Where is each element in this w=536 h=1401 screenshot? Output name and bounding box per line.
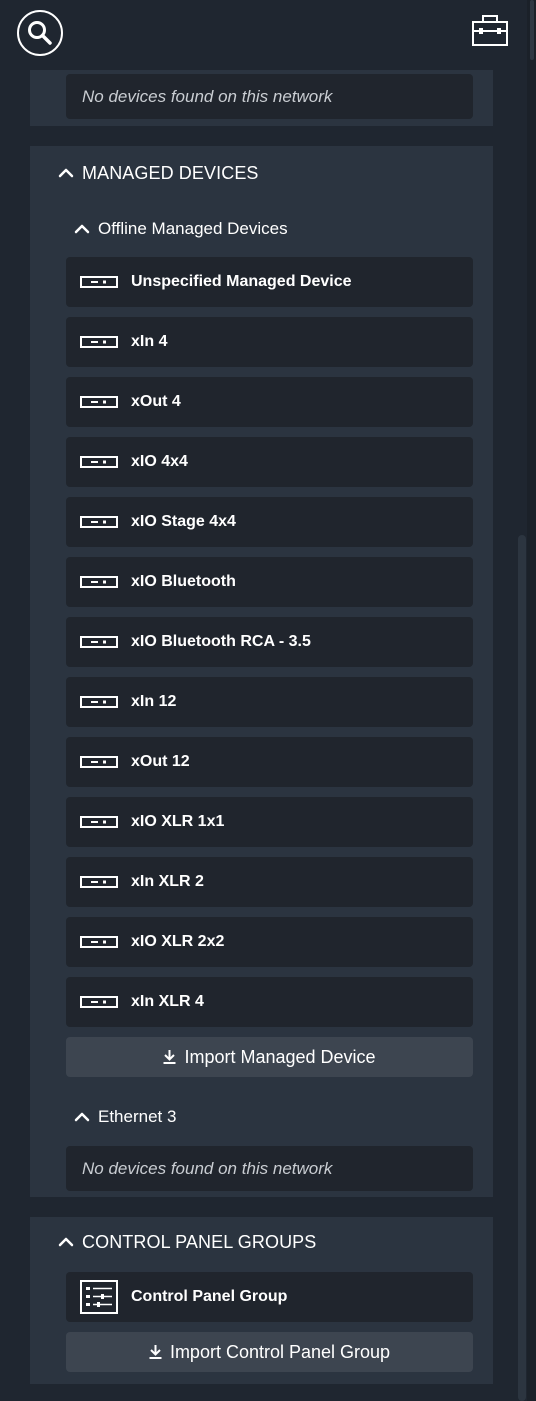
control-panel-groups-header[interactable]: CONTROL PANEL GROUPS <box>58 1231 316 1253</box>
managed-devices-section: MANAGED DEVICES Offline Managed Devices … <box>30 146 493 1197</box>
device-icon <box>80 636 118 648</box>
device-label: xIO Bluetooth <box>131 573 236 590</box>
import-control-panel-group-label: Import Control Panel Group <box>169 1341 391 1362</box>
managed-devices-header[interactable]: MANAGED DEVICES <box>58 162 259 184</box>
device-icon <box>80 756 118 768</box>
managed-devices-title: MANAGED DEVICES <box>82 162 259 183</box>
device-icon <box>80 576 118 588</box>
toolbox-icon <box>472 15 508 46</box>
device-row[interactable]: xIn XLR 2 <box>66 857 473 907</box>
device-icon <box>80 696 118 708</box>
search-icon <box>28 21 52 45</box>
device-label: xIO Bluetooth RCA - 3.5 <box>131 633 311 650</box>
empty-network-message: No devices found on this network <box>66 1146 473 1191</box>
app-frame: No devices found on this network MANAGED… <box>0 0 536 1401</box>
scrollbar-track[interactable] <box>527 0 536 1401</box>
chevron-up-icon <box>58 1237 74 1247</box>
device-row[interactable]: xIO Bluetooth <box>66 557 473 607</box>
empty-network-message: No devices found on this network <box>66 74 473 119</box>
control-panel-group-row[interactable]: Control Panel Group <box>66 1272 473 1322</box>
chevron-up-icon <box>74 1112 90 1122</box>
device-row[interactable]: xOut 4 <box>66 377 473 427</box>
device-row[interactable]: xIn 4 <box>66 317 473 367</box>
control-panel-icon <box>80 1280 118 1314</box>
control-panel-groups-section: CONTROL PANEL GROUPS Control Panel Group <box>30 1217 493 1384</box>
device-icon <box>80 396 118 408</box>
device-label: xIO 4x4 <box>131 453 188 470</box>
download-icon <box>163 1050 176 1064</box>
control-panel-group-label: Control Panel Group <box>131 1288 288 1305</box>
device-icon <box>80 876 118 888</box>
import-managed-device-label: Import Managed Device <box>184 1046 376 1067</box>
device-row[interactable]: xIO Stage 4x4 <box>66 497 473 547</box>
offline-devices-header[interactable]: Offline Managed Devices <box>74 219 288 239</box>
device-label: xIO XLR 1x1 <box>131 813 225 830</box>
ethernet-group-header[interactable]: Ethernet 3 <box>74 1107 176 1127</box>
import-control-panel-group-button[interactable]: Import Control Panel Group <box>66 1332 473 1372</box>
device-icon <box>80 996 118 1008</box>
device-row[interactable]: xIn XLR 4 <box>66 977 473 1027</box>
device-label: xIO XLR 2x2 <box>131 933 225 950</box>
device-row[interactable]: xOut 12 <box>66 737 473 787</box>
download-icon <box>149 1345 162 1359</box>
device-label: xIn XLR 4 <box>131 993 204 1010</box>
control-panel-groups-title: CONTROL PANEL GROUPS <box>82 1231 317 1252</box>
chevron-up-icon <box>74 224 90 234</box>
network-section-top: No devices found on this network <box>30 70 493 126</box>
device-icon <box>80 336 118 348</box>
offline-devices-title: Offline Managed Devices <box>98 219 288 238</box>
search-button[interactable] <box>17 10 63 56</box>
chevron-up-icon <box>58 168 74 178</box>
scrollbar-top-thumb[interactable] <box>530 0 534 60</box>
device-icon <box>80 456 118 468</box>
import-managed-device-button[interactable]: Import Managed Device <box>66 1037 473 1077</box>
device-icon <box>80 936 118 948</box>
device-icon <box>80 516 118 528</box>
scrollbar-thumb[interactable] <box>518 535 526 1401</box>
device-label: xIn XLR 2 <box>131 873 204 890</box>
device-row[interactable]: xIn 12 <box>66 677 473 727</box>
toolbox-button[interactable] <box>470 14 510 48</box>
device-row[interactable]: Unspecified Managed Device <box>66 257 473 307</box>
ethernet-group-title: Ethernet 3 <box>98 1107 177 1126</box>
device-label: xIn 4 <box>131 333 168 350</box>
device-row[interactable]: xIO 4x4 <box>66 437 473 487</box>
device-label: xOut 12 <box>131 753 190 770</box>
device-label: xIn 12 <box>131 693 177 710</box>
device-label: xOut 4 <box>131 393 181 410</box>
empty-network-text: No devices found on this network <box>82 1158 333 1178</box>
device-row[interactable]: xIO Bluetooth RCA - 3.5 <box>66 617 473 667</box>
device-icon <box>80 276 118 288</box>
device-icon <box>80 816 118 828</box>
device-row[interactable]: xIO XLR 2x2 <box>66 917 473 967</box>
device-label: Unspecified Managed Device <box>131 273 352 290</box>
empty-network-text: No devices found on this network <box>82 86 333 106</box>
device-row[interactable]: xIO XLR 1x1 <box>66 797 473 847</box>
device-label: xIO Stage 4x4 <box>131 513 236 530</box>
